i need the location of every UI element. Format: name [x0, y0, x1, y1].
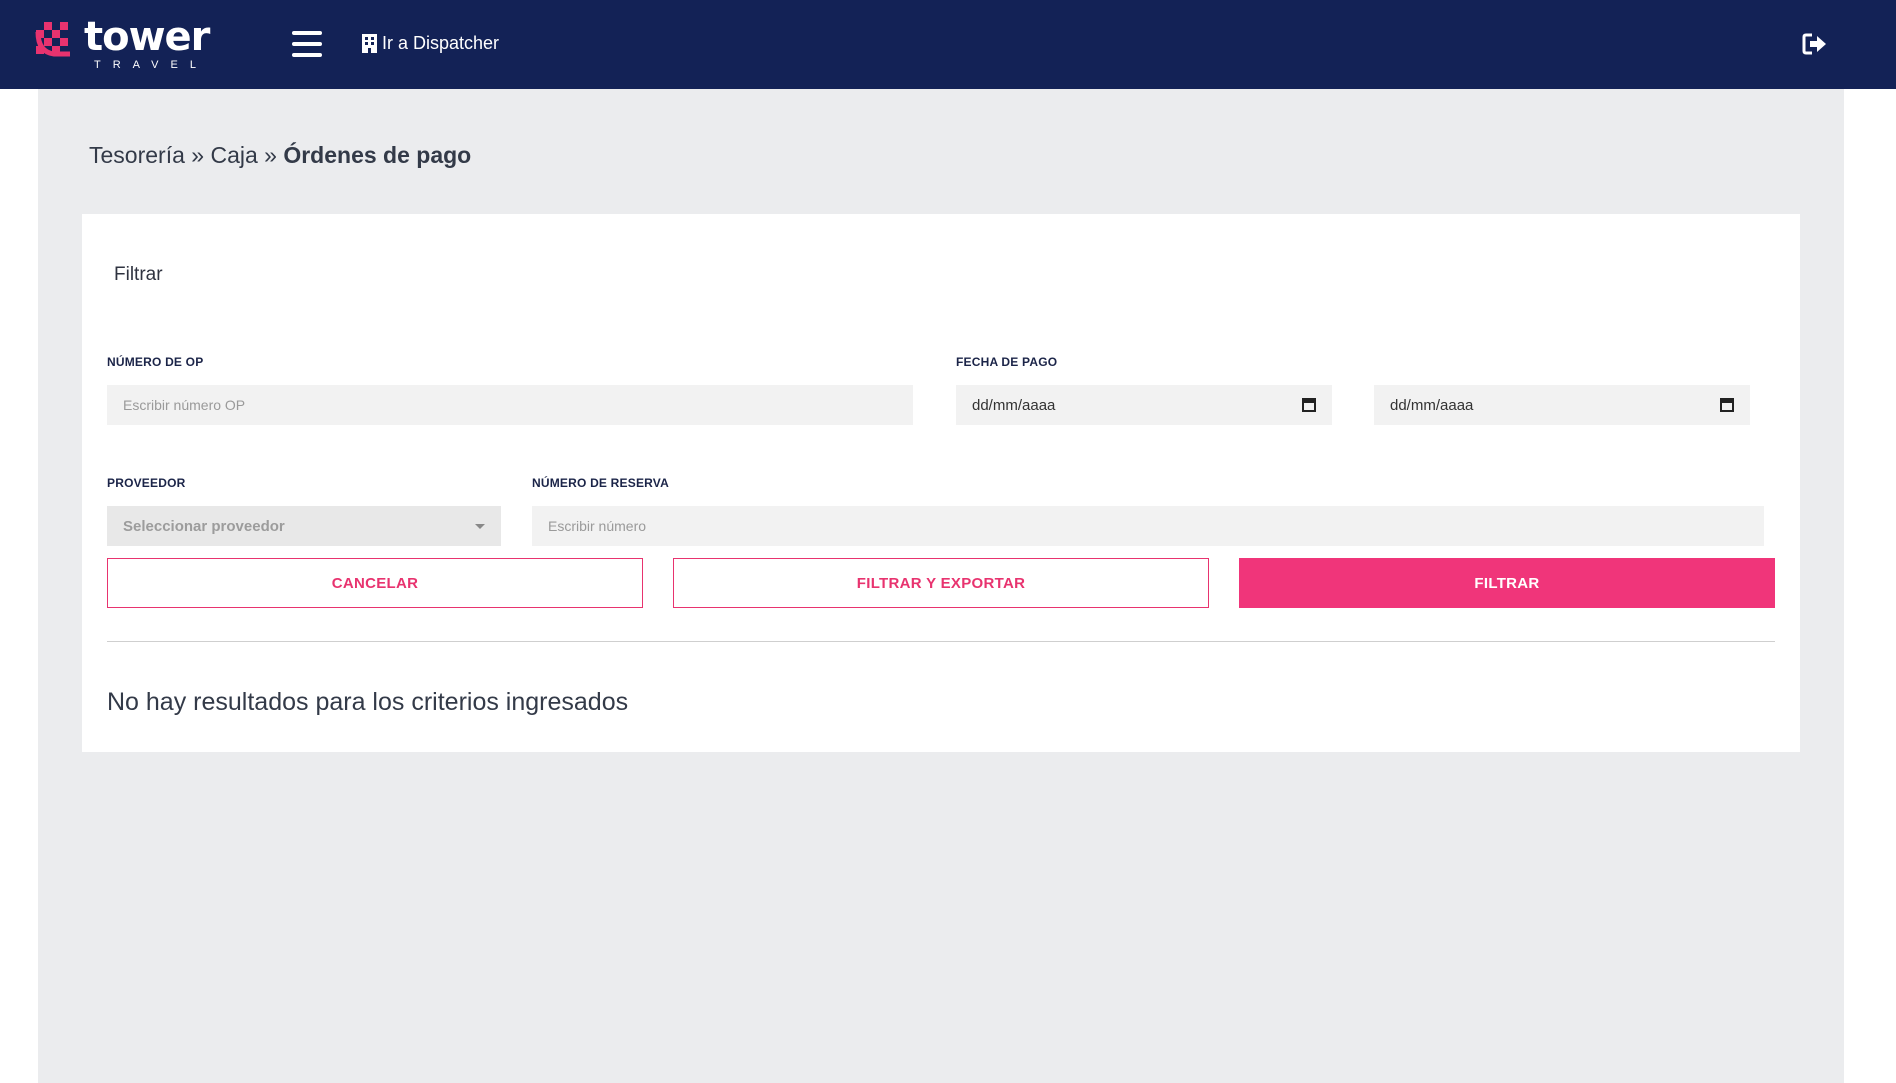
reservation-number-label: NÚMERO DE RESERVA [532, 476, 669, 490]
breadcrumb-treasury[interactable]: Tesorería [89, 142, 185, 168]
chevron-down-icon [475, 524, 485, 529]
breadcrumb-current: Órdenes de pago [283, 142, 472, 168]
dispatcher-label: Ir a Dispatcher [382, 33, 500, 53]
hamburger-menu-icon[interactable] [292, 31, 322, 57]
go-to-dispatcher-link[interactable]: Ir a Dispatcher [362, 33, 499, 54]
op-number-label: NÚMERO DE OP [107, 355, 204, 369]
provider-selected-value: Seleccionar proveedor [123, 517, 285, 535]
logout-icon[interactable] [1802, 33, 1828, 55]
filter-title: Filtrar [114, 264, 163, 285]
filter-export-button[interactable]: FILTRAR Y EXPORTAR [673, 558, 1209, 608]
breadcrumb-separator: » [264, 142, 277, 168]
building-icon [362, 34, 377, 53]
provider-select[interactable]: Seleccionar proveedor [107, 506, 501, 546]
brand-tagline: TRAVEL [94, 59, 208, 71]
date-to-placeholder: dd/mm/aaaa [1390, 396, 1474, 414]
brand-name: tower [84, 14, 210, 60]
calendar-icon[interactable] [1302, 397, 1316, 412]
divider [107, 641, 1775, 642]
brand-logo-icon [35, 22, 70, 57]
op-number-input[interactable]: Escribir número OP [107, 385, 913, 425]
calendar-icon[interactable] [1720, 397, 1734, 412]
date-from-placeholder: dd/mm/aaaa [972, 396, 1056, 414]
provider-label: PROVEEDOR [107, 476, 186, 490]
breadcrumb: Tesorería » Caja » Órdenes de pago [89, 142, 471, 169]
payment-date-label: FECHA DE PAGO [956, 355, 1058, 369]
payment-date-from-input[interactable]: dd/mm/aaaa [956, 385, 1332, 425]
reservation-number-input[interactable]: Escribir número [532, 506, 1764, 546]
payment-date-to-input[interactable]: dd/mm/aaaa [1374, 385, 1750, 425]
cancel-button[interactable]: CANCELAR [107, 558, 643, 608]
top-navbar: tower TRAVEL Ir a Dispatcher [0, 0, 1896, 89]
breadcrumb-separator: » [191, 142, 205, 168]
brand-logo[interactable]: tower TRAVEL [34, 14, 210, 74]
breadcrumb-cash[interactable]: Caja [210, 142, 257, 168]
no-results-message: No hay resultados para los criterios ing… [107, 688, 629, 716]
reservation-placeholder: Escribir número [548, 518, 647, 534]
filter-button[interactable]: FILTRAR [1239, 558, 1775, 608]
filter-panel: Filtrar NÚMERO DE OP Escribir número OP … [82, 214, 1800, 752]
op-number-placeholder: Escribir número OP [123, 397, 246, 413]
